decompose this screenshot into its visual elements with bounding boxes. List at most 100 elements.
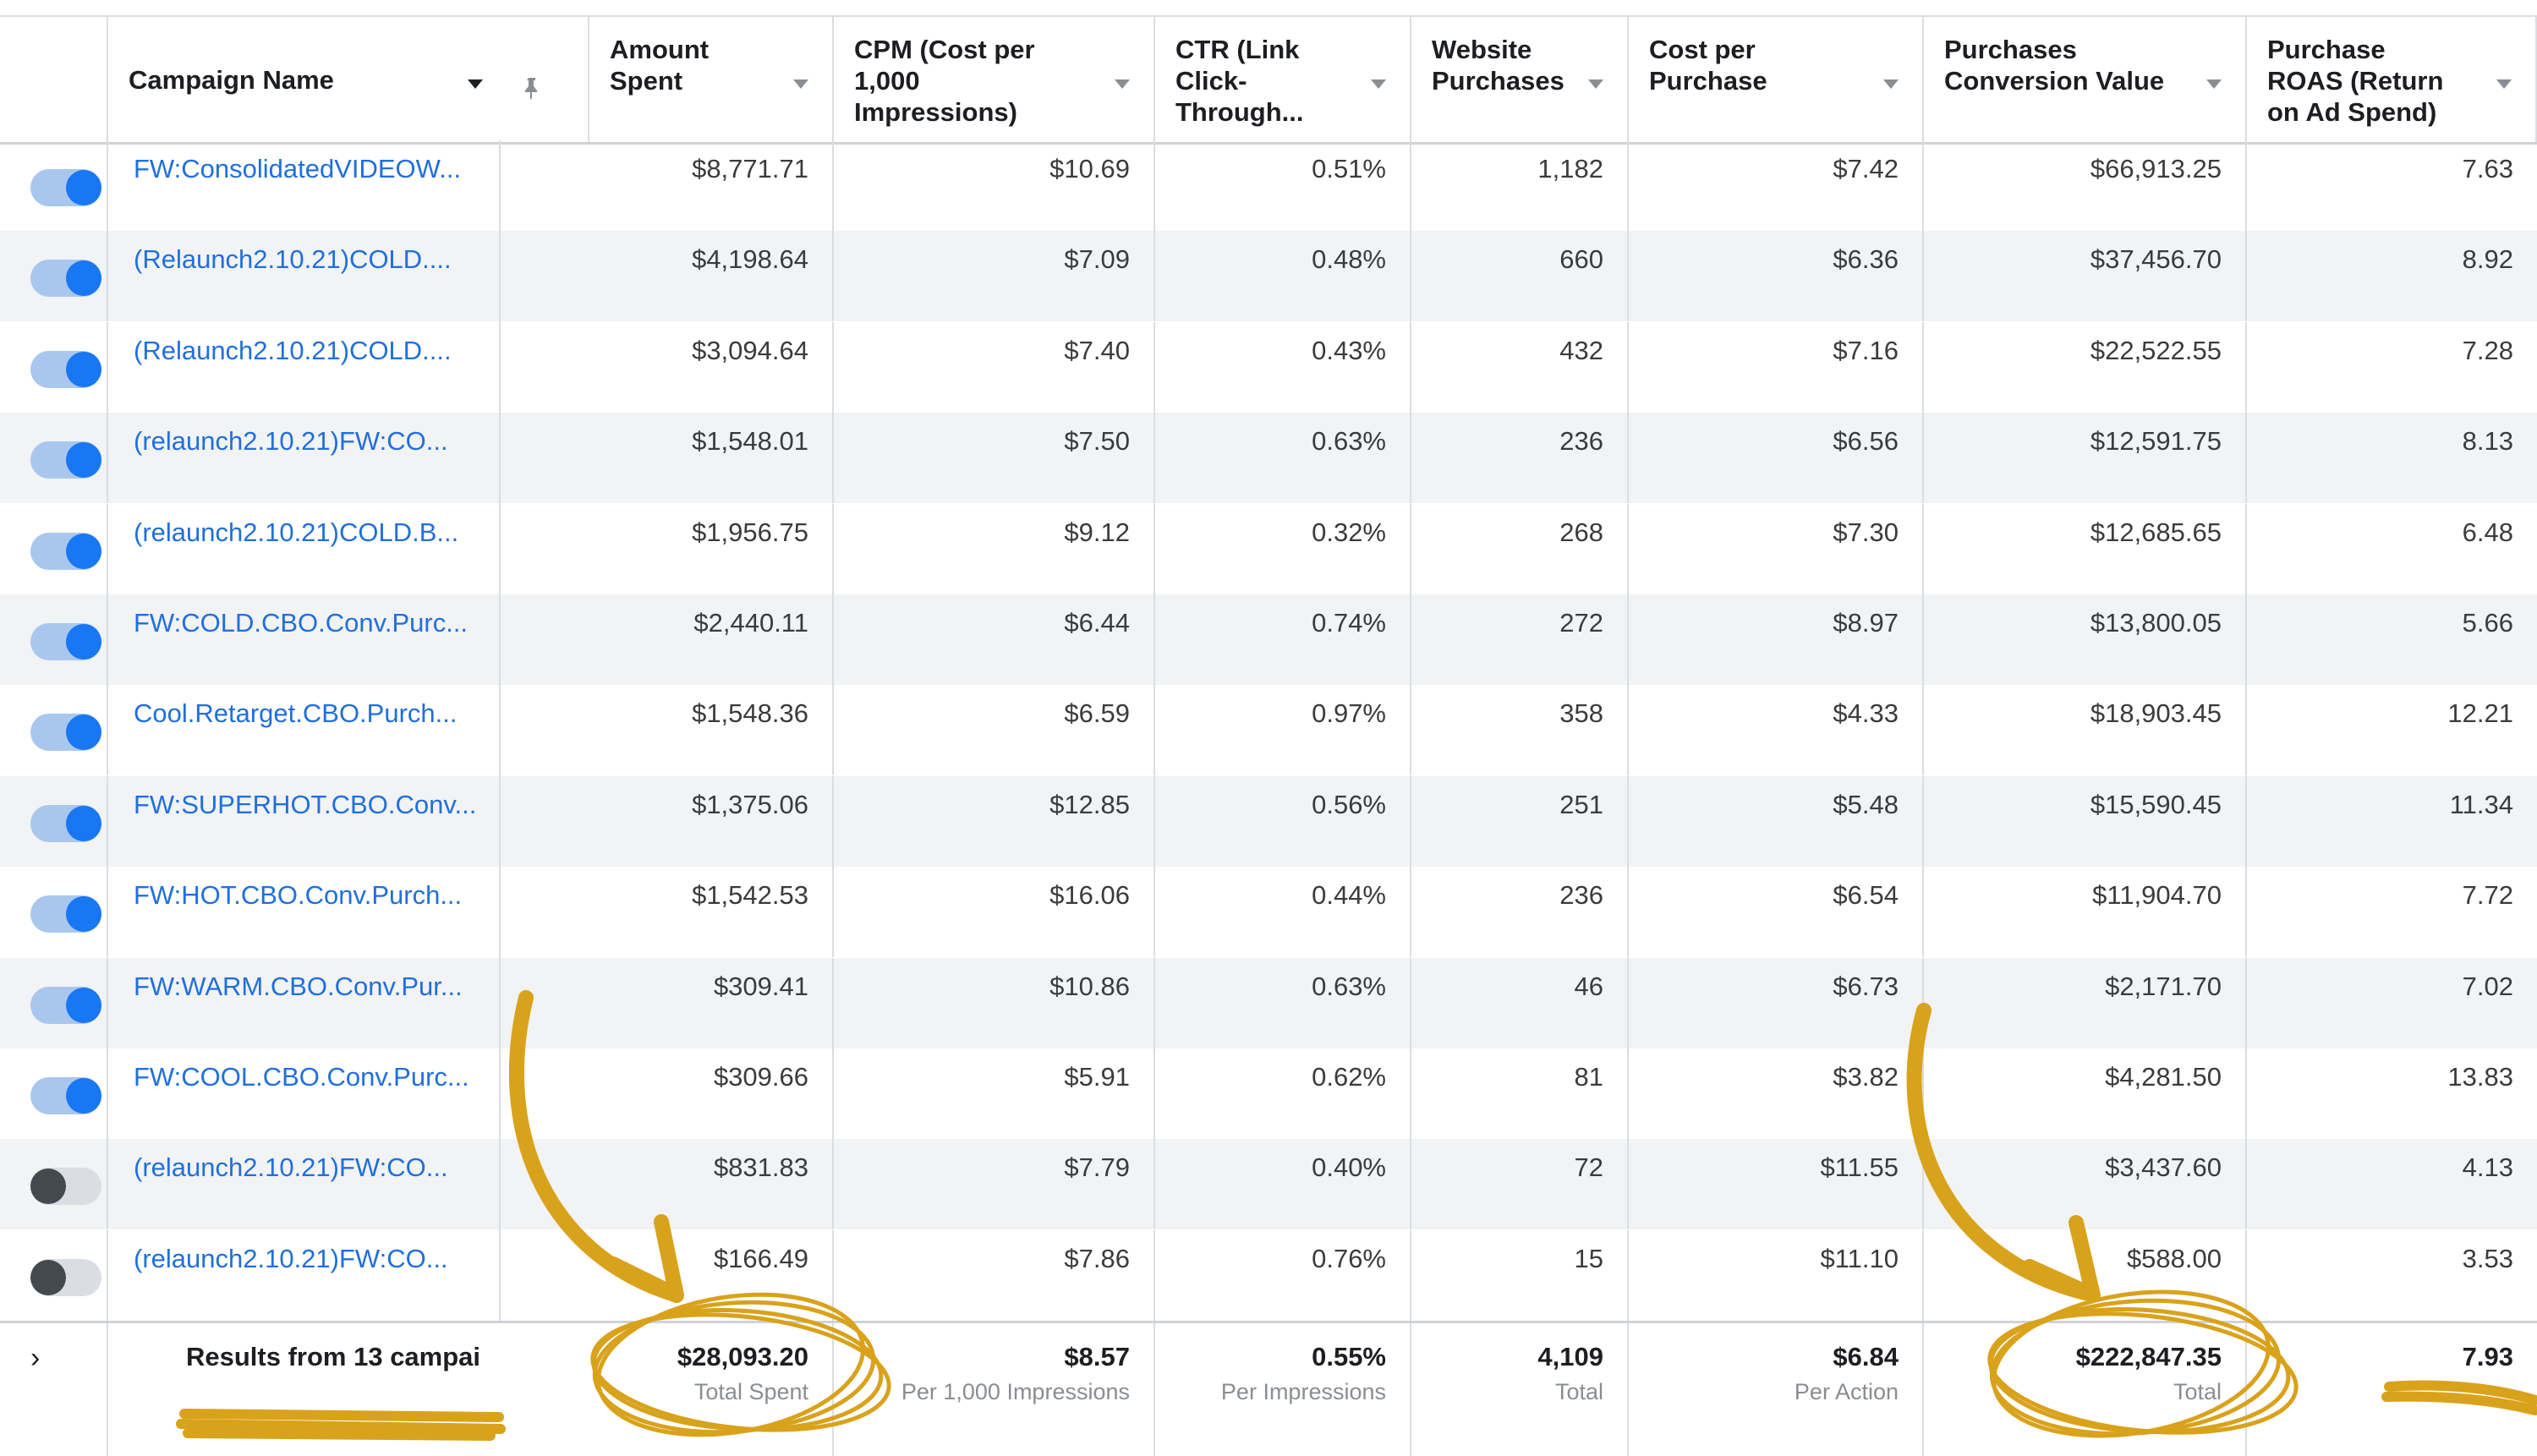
toggle-cell: [7, 503, 108, 594]
campaign-name-cell: (Relaunch2.10.21)COLD....: [108, 231, 589, 321]
sort-dropdown-icon[interactable]: [2496, 79, 2512, 89]
toggle-knob: [66, 170, 101, 205]
campaign-toggle[interactable]: [30, 169, 101, 206]
cell-value: 7.02: [2462, 971, 2513, 1001]
campaign-name-link[interactable]: FW:HOT.CBO.Conv.Purch...: [134, 880, 462, 911]
toggle-cell: [7, 231, 108, 322]
amount-spent-cell: $309.41: [589, 957, 834, 1048]
cell-value: $2,440.11: [693, 608, 808, 638]
campaign-name-link[interactable]: FW:SUPERHOT.CBO.Conv...: [134, 790, 476, 820]
website-purchases-cell: 236: [1411, 867, 1629, 958]
summary-value: $222,847.35: [2075, 1342, 2222, 1371]
cell-value: $8,771.71: [692, 154, 808, 183]
roas-cell: 7.72: [2247, 867, 2537, 957]
table-row[interactable]: (relaunch2.10.21)COLD.B... $1,956.75 $9.12…: [0, 503, 2537, 594]
cost-per-purchase-cell: $6.36: [1629, 231, 1924, 322]
cpm-cell: $10.69: [834, 140, 1155, 231]
amount-spent-cell: $2,440.11: [589, 594, 834, 685]
campaign-name-link[interactable]: Cool.Retarget.CBO.Purch...: [134, 698, 458, 729]
cell-value: $9.12: [1064, 517, 1130, 547]
header-label: Website Purchases: [1432, 35, 1564, 96]
table-row[interactable]: (relaunch2.10.21)FW:CO... $831.83 $7.79 0.4…: [0, 1139, 2537, 1230]
table-row[interactable]: (Relaunch2.10.21)COLD.... $3,094.64 $7.40 0…: [0, 321, 2537, 413]
table-row[interactable]: Cool.Retarget.CBO.Purch... $1,548.36 $6.59…: [0, 685, 2537, 776]
website-purchases-cell: 432: [1411, 321, 1629, 413]
header-website-purchases[interactable]: Website Purchases: [1411, 17, 1629, 142]
campaign-toggle[interactable]: [30, 804, 101, 842]
chevron-right-icon[interactable]: ›: [30, 1342, 40, 1375]
campaign-toggle[interactable]: [30, 1077, 101, 1114]
sort-dropdown-icon[interactable]: [1115, 79, 1130, 89]
cost-per-purchase-cell: $5.48: [1629, 775, 1924, 867]
header-cpm[interactable]: CPM (Cost per 1,000 Impressions): [834, 17, 1155, 142]
amount-spent-cell: $166.49: [589, 1229, 834, 1321]
table-row[interactable]: (relaunch2.10.21)FW:CO... $166.49 $7.86 0.7…: [0, 1229, 2537, 1321]
campaign-name-link[interactable]: FW:COOL.CBO.Conv.Purc...: [134, 1062, 469, 1092]
sort-dropdown-icon[interactable]: [468, 79, 483, 89]
conversion-value-cell: $12,685.65: [1924, 503, 2247, 594]
campaign-toggle[interactable]: [30, 350, 101, 388]
table-row[interactable]: FW:ConsolidatedVIDEOW... $8,771.71 $10.69 0…: [0, 140, 2537, 231]
table-row[interactable]: FW:COLD.CBO.Conv.Purc... $2,440.11 $6.44 0.…: [0, 594, 2537, 685]
conversion-value-cell: $2,171.70: [1924, 957, 2247, 1048]
sort-dropdown-icon[interactable]: [2206, 79, 2222, 89]
header-amount-spent[interactable]: Amount Spent: [589, 17, 834, 142]
sort-dropdown-icon[interactable]: [1371, 79, 1386, 89]
cell-value: $7.16: [1833, 335, 1899, 365]
table-row[interactable]: FW:HOT.CBO.Conv.Purch... $1,542.53 $16.06 0…: [0, 867, 2537, 958]
campaign-toggle[interactable]: [30, 1168, 101, 1206]
campaign-toggle[interactable]: [30, 623, 101, 660]
toggle-cell: [7, 594, 108, 685]
campaign-name-link[interactable]: FW:ConsolidatedVIDEOW...: [134, 154, 461, 184]
campaign-name-link[interactable]: FW:COLD.CBO.Conv.Purc...: [134, 608, 468, 638]
summary-value: $28,093.20: [677, 1342, 808, 1371]
cell-value: $6.44: [1064, 608, 1130, 638]
toggle-knob: [66, 805, 101, 841]
website-purchases-cell: 15: [1411, 1229, 1629, 1321]
table-row[interactable]: (relaunch2.10.21)FW:CO... $1,548.01 $7.50 0…: [0, 413, 2537, 504]
sort-dropdown-icon[interactable]: [793, 79, 808, 89]
toggle-cell: [7, 685, 108, 776]
header-roas[interactable]: Purchase ROAS (Return on Ad Spend): [2247, 17, 2537, 142]
cost-per-purchase-cell: $7.16: [1629, 321, 1924, 413]
table-row[interactable]: FW:WARM.CBO.Conv.Pur... $309.41 $10.86 0.63…: [0, 957, 2537, 1048]
sort-dropdown-icon[interactable]: [1588, 79, 1603, 89]
campaign-name-cell: (relaunch2.10.21)COLD.B...: [108, 504, 589, 594]
campaign-name-link[interactable]: (Relaunch2.10.21)COLD....: [134, 244, 452, 275]
campaign-toggle[interactable]: [30, 714, 101, 752]
cell-value: 8.92: [2462, 244, 2513, 275]
campaign-name-link[interactable]: (relaunch2.10.21)FW:CO...: [134, 426, 448, 457]
campaign-name-link[interactable]: (relaunch2.10.21)FW:CO...: [134, 1244, 448, 1274]
cost-per-purchase-cell: $7.42: [1629, 140, 1924, 231]
campaign-toggle[interactable]: [30, 1258, 101, 1296]
table-row[interactable]: FW:SUPERHOT.CBO.Conv... $1,375.06 $12.85 0.…: [0, 775, 2537, 867]
table-row[interactable]: (Relaunch2.10.21)COLD.... $4,198.64 $7.09 0…: [0, 231, 2537, 322]
header-ctr[interactable]: CTR (Link Click- Through...: [1155, 17, 1411, 142]
ctr-cell: 0.51%: [1155, 140, 1411, 231]
campaign-toggle[interactable]: [30, 532, 101, 570]
campaign-name-link[interactable]: (Relaunch2.10.21)COLD....: [134, 336, 452, 366]
summary-value: 4,109: [1537, 1342, 1603, 1371]
cell-value: $6.59: [1064, 698, 1130, 729]
header-conversion-value[interactable]: Purchases Conversion Value: [1924, 17, 2247, 142]
header-cost-per-purchase[interactable]: Cost per Purchase: [1629, 17, 1924, 142]
cell-value: 13.83: [2447, 1062, 2513, 1092]
campaign-name-link[interactable]: (relaunch2.10.21)FW:CO...: [134, 1152, 448, 1183]
campaign-toggle[interactable]: [30, 895, 101, 933]
cell-value: $13,800.05: [2090, 608, 2222, 638]
campaign-toggle[interactable]: [30, 986, 101, 1024]
table-row[interactable]: FW:COOL.CBO.Conv.Purc... $309.66 $5.91 0.62…: [0, 1048, 2537, 1139]
cell-value: $1,542.53: [692, 880, 808, 911]
sort-dropdown-icon[interactable]: [1883, 79, 1899, 89]
campaign-name-cell: (relaunch2.10.21)FW:CO...: [108, 1230, 589, 1321]
header-campaign-name[interactable]: Campaign Name: [108, 17, 589, 142]
cell-value: 7.63: [2462, 154, 2513, 183]
campaign-toggle[interactable]: [30, 260, 101, 298]
pin-icon[interactable]: [522, 76, 542, 100]
campaign-name-link[interactable]: (relaunch2.10.21)COLD.B...: [134, 517, 458, 548]
cost-per-purchase-cell: $6.73: [1629, 957, 1924, 1048]
campaign-name-link[interactable]: FW:WARM.CBO.Conv.Pur...: [134, 972, 463, 1002]
results-label: Results from 13 campai: [186, 1342, 481, 1371]
campaign-toggle[interactable]: [30, 441, 101, 479]
cell-value: 236: [1559, 880, 1603, 911]
